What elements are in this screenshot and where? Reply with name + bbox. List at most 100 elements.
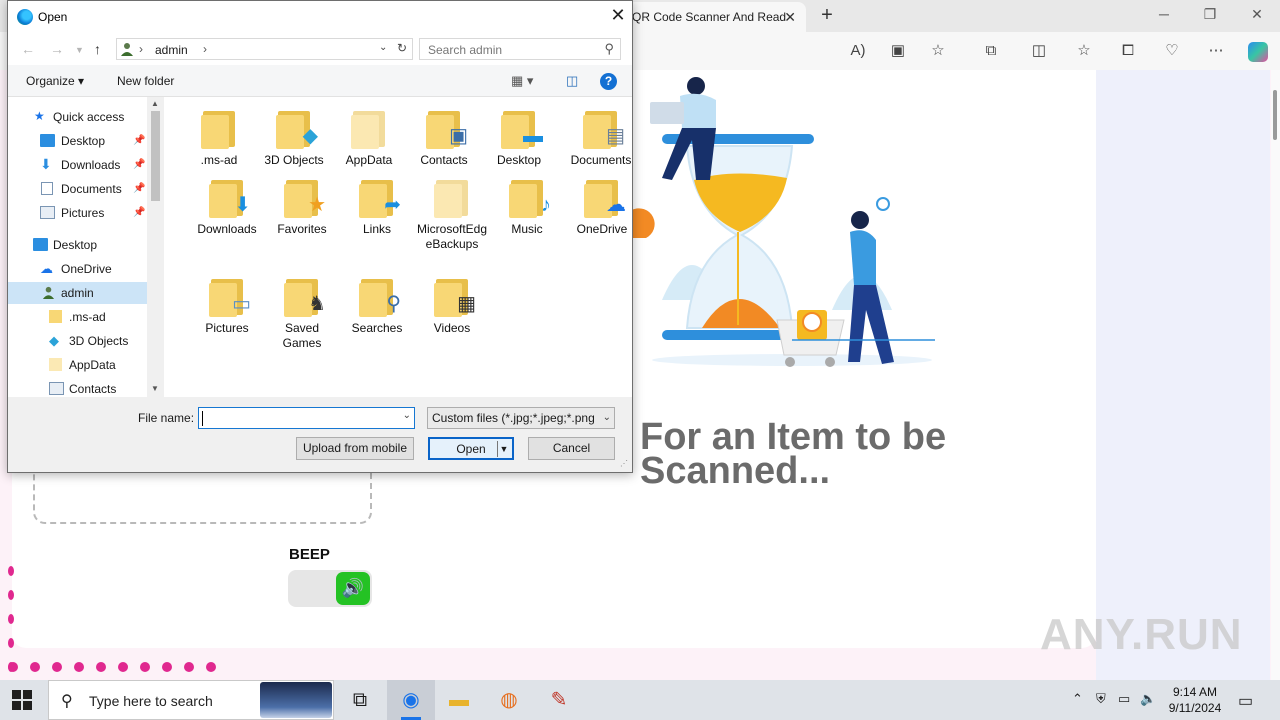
file-item-downloads[interactable]: ⬇ Downloads [191,178,263,237]
file-label: MicrosoftEdgeBackups [416,222,488,251]
split-screen-icon[interactable]: ◫ [1028,41,1050,61]
file-type-filter[interactable]: Custom files (*.jpg;*.jpeg;*.png ⌄ [427,407,615,429]
scroll-down-icon[interactable]: ▼ [151,384,159,393]
network-icon[interactable]: ▭ [1118,691,1130,707]
file-item-appdata[interactable]: AppData [333,109,405,168]
extensions-icon[interactable]: ⧉ [980,41,1002,61]
forward-arrow-icon[interactable]: → [50,41,64,57]
file-item-onedrive[interactable]: ☁ OneDrive [566,178,638,237]
refresh-icon[interactable]: ↻ [397,41,407,55]
file-item-saved-games[interactable]: ♞ Saved Games [266,277,338,351]
nav-item-pictures[interactable]: Pictures 📌 [8,202,147,224]
file-item-pictures[interactable]: ▭ Pictures [191,277,263,336]
file-name-input[interactable]: ⌄ [198,407,415,429]
scroll-up-icon[interactable]: ▲ [151,99,159,108]
nav-item-appdata[interactable]: AppData [8,354,147,376]
file-item-links[interactable]: ➦ Links [341,178,413,237]
picture-icon [40,206,55,219]
folder-icon: ▦ [434,277,476,317]
tab-close-icon[interactable]: ✕ [784,9,796,26]
nav-item-documents[interactable]: Documents 📌 [8,178,147,200]
open-file-dialog: Open ✕ ← → ▼ ↑ › admin › ⌄ ↻ Search admi… [7,0,633,473]
address-bar[interactable]: › admin › ⌄ ↻ [116,38,413,60]
path-trail[interactable]: › [203,42,207,56]
command-bar: Organize ▾ New folder ▦ ▾ ◫ ? [8,65,632,97]
view-options-icon[interactable]: ▦ ▾ [511,73,533,89]
resize-grip-icon[interactable]: ⋰ [620,459,628,468]
collections-icon[interactable]: ⧠ [1117,41,1139,61]
folder-icon: ▣ [426,109,468,149]
edge-icon[interactable]: ◉ [387,680,435,720]
nav-item-quick-access[interactable]: ★ Quick access [8,106,147,128]
file-item-videos[interactable]: ▦ Videos [416,277,488,336]
pin-icon: 📌 [133,135,146,146]
paint-icon[interactable]: ✎ [535,680,583,720]
status-line-2: Scanned... [640,450,831,492]
file-item-music[interactable]: ♪ Music [491,178,563,237]
search-icon[interactable]: ⚲ [604,41,614,57]
chevron-down-icon[interactable]: ⌄ [403,410,411,421]
address-dropdown-icon[interactable]: ⌄ [379,42,387,53]
file-item-edge-backups[interactable]: MicrosoftEdgeBackups [416,178,488,252]
recent-locations-icon[interactable]: ▼ [75,45,84,55]
file-item-3d-objects[interactable]: ◆ 3D Objects [258,109,330,168]
new-folder-button[interactable]: New folder [117,74,174,88]
open-button[interactable]: Open ▼ [428,437,514,460]
security-icon[interactable]: ⛨ [1096,691,1106,707]
file-item-favorites[interactable]: ★ Favorites [266,178,338,237]
favorite-star-icon[interactable]: ☆ [927,41,949,61]
firefox-icon[interactable]: ◍ [485,680,533,720]
search-input[interactable]: Search admin ⚲ [419,38,621,60]
search-highlight-image[interactable] [260,682,332,718]
window-close-button[interactable]: ✕ [1245,6,1269,23]
nav-label: Quick access [53,110,125,124]
performance-icon[interactable]: ♡ [1161,41,1183,61]
address-folder[interactable]: admin [155,43,188,57]
file-item-searches[interactable]: ⚲ Searches [341,277,413,336]
file-item-contacts[interactable]: ▣ Contacts [408,109,480,168]
chevron-up-icon[interactable]: ⌃ [1072,691,1083,707]
nav-scroll-thumb[interactable] [151,111,160,201]
file-explorer-icon[interactable]: ▬ [435,680,483,720]
cancel-button[interactable]: Cancel [528,437,615,460]
nav-item-desktop-pinned[interactable]: Desktop 📌 [8,130,147,152]
nav-item-ms-ad[interactable]: .ms-ad [8,306,147,328]
read-aloud-icon[interactable]: A) [847,41,869,61]
organize-button[interactable]: Organize ▾ [26,74,84,88]
help-icon[interactable]: ? [600,73,617,90]
nav-item-3d-objects[interactable]: ◆ 3D Objects [8,330,147,352]
volume-icon[interactable]: 🔈 [1140,691,1156,707]
back-arrow-icon[interactable]: ← [21,41,35,57]
page-scrollbar[interactable] [1271,70,1280,680]
minimize-button[interactable]: ─ [1152,6,1176,22]
immersive-reader-icon[interactable]: ▣ [887,41,909,61]
folder-icon [201,109,237,149]
file-item-desktop[interactable]: ▬ Desktop [483,109,555,168]
nav-item-admin[interactable]: admin [8,282,147,304]
start-button[interactable] [12,690,32,710]
notification-icon[interactable]: ▭ [1238,691,1253,711]
favorites-icon[interactable]: ☆ [1073,41,1095,61]
chevron-down-icon[interactable]: ⌄ [603,408,611,428]
nav-item-desktop[interactable]: Desktop [8,234,147,256]
clock[interactable]: 9:14 AM 9/11/2024 [1160,684,1230,716]
nav-item-onedrive[interactable]: ☁ OneDrive [8,258,147,280]
speaker-icon[interactable]: 🔊 [336,572,370,605]
upload-from-mobile-button[interactable]: Upload from mobile [296,437,414,460]
new-tab-button[interactable]: + [815,4,839,27]
file-item-ms-ad[interactable]: .ms-ad [183,109,255,168]
more-icon[interactable]: ⋯ [1205,41,1227,61]
copilot-icon[interactable] [1248,42,1268,62]
tab-title: QR Code Scanner And Read [632,10,787,24]
open-split-dropdown-icon[interactable]: ▼ [497,441,510,457]
file-item-documents[interactable]: ▤ Documents [566,109,636,168]
task-view-icon[interactable]: ⧉ [336,680,384,720]
nav-item-downloads[interactable]: ⬇ Downloads 📌 [8,154,147,176]
dialog-close-button[interactable]: ✕ [608,5,628,26]
restore-button[interactable]: ❐ [1198,6,1222,23]
preview-pane-icon[interactable]: ◫ [566,73,578,89]
page-scroll-thumb[interactable] [1273,90,1277,140]
tab-qr-scanner[interactable]: QR Code Scanner And Read ✕ [614,2,806,32]
up-arrow-icon[interactable]: ↑ [94,41,101,57]
navigation-pane: ★ Quick access Desktop 📌 ⬇ Downloads 📌 D… [8,97,164,397]
